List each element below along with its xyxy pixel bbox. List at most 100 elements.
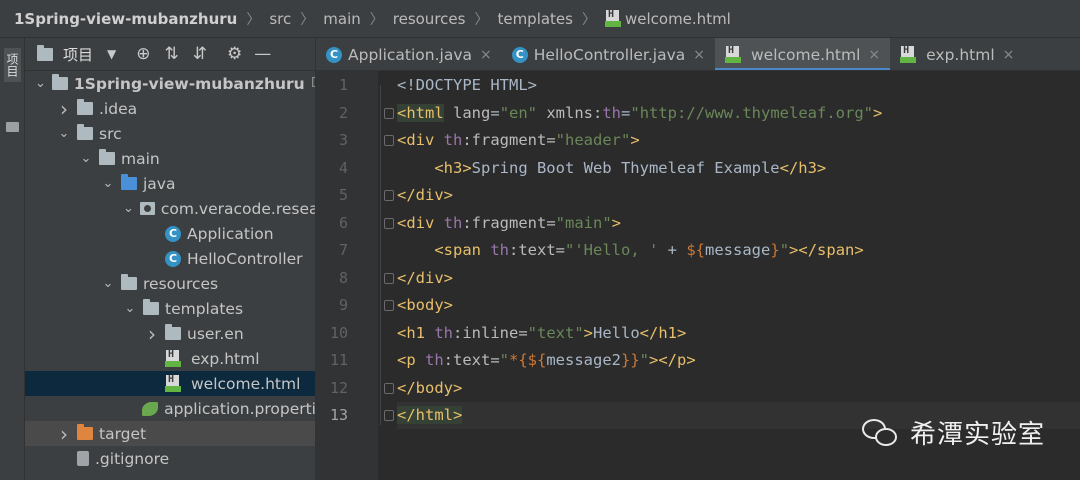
html-file-icon: H [725, 45, 745, 63]
fold-marker-icon[interactable] [384, 382, 394, 394]
tab-label: Application.java [348, 45, 473, 64]
fold-marker-icon[interactable] [384, 107, 394, 119]
code-line[interactable]: <p th:text="*{${message2}}"></p> [397, 347, 1080, 374]
editor-tab[interactable]: C Application.java × [316, 38, 502, 70]
breadcrumb-resources[interactable]: resources [393, 10, 466, 28]
breadcrumb-main[interactable]: main [323, 10, 360, 28]
chevron-down-icon[interactable]: ⌄ [57, 126, 71, 141]
code-line[interactable]: </body> [397, 375, 1080, 402]
chevron-down-icon[interactable]: ⌄ [35, 76, 46, 91]
code-line[interactable]: <span th:text="'Hello, ' + ${message}"><… [397, 237, 1080, 264]
code-token: Spring Boot Web Thymeleaf Example [471, 158, 780, 177]
tree-item-label: com.veracode.resea [160, 199, 316, 218]
line-number: 13 [329, 406, 348, 424]
code-token: } [770, 241, 780, 259]
chevron-right-icon: 〉 [581, 11, 596, 28]
chevron-right-icon: 〉 [369, 11, 384, 28]
code-token: > [630, 131, 640, 149]
code-line[interactable]: <!DOCTYPE HTML> [397, 72, 1080, 99]
resources-folder-icon [121, 274, 137, 290]
locate-icon[interactable]: ⊕ [136, 44, 150, 64]
fold-marker-icon[interactable] [384, 135, 394, 146]
editor-tab[interactable]: C HelloController.java × [502, 38, 715, 70]
code-line[interactable]: </div> [397, 182, 1080, 209]
chevron-right-icon[interactable]: › [145, 322, 159, 346]
code-token: message2 [546, 351, 621, 369]
tree-item[interactable]: › .idea [25, 96, 315, 121]
fold-marker-icon[interactable] [384, 410, 394, 421]
chevron-down-icon[interactable]: ⌄ [79, 151, 93, 166]
gear-icon[interactable]: ⚙ [227, 44, 242, 64]
spring-class-icon: C [165, 225, 181, 242]
project-tool-button[interactable]: 项目 [4, 48, 21, 82]
code-line[interactable]: <h3>Spring Boot Web Thymeleaf Example</h… [397, 155, 1080, 182]
code-token: " [779, 241, 790, 259]
code-line[interactable]: <div th:fragment="header"> [397, 127, 1080, 154]
code-line[interactable]: <body> [397, 292, 1080, 319]
folder-icon [143, 299, 159, 315]
tree-item[interactable]: › target [25, 421, 315, 446]
tree-item[interactable]: C HelloController [25, 246, 315, 271]
code-token: th [602, 103, 622, 122]
chevron-down-icon[interactable]: ▼ [107, 47, 116, 61]
tree-item[interactable]: C Application [25, 221, 315, 246]
tool-window-stripe: 项目 [0, 38, 25, 480]
collapse-all-icon[interactable]: ⇵ [193, 44, 207, 64]
tree-item[interactable]: ⌄1Spring-view-mubanzhuruD:\ [25, 71, 315, 96]
breadcrumb-file[interactable]: welcome.html [625, 10, 731, 28]
editor-tab[interactable]: Hexp.html × [890, 38, 1024, 70]
breadcrumb-src[interactable]: src [269, 10, 291, 28]
code-line[interactable]: </div> [397, 265, 1080, 292]
chevron-right-icon[interactable]: › [57, 422, 71, 446]
line-number: 8 [338, 268, 348, 287]
tree-item[interactable]: › user.en [25, 321, 315, 346]
tree-item[interactable]: ⌄ java [25, 171, 315, 196]
chevron-down-icon[interactable]: ⌄ [101, 276, 115, 291]
fold-marker-icon[interactable] [384, 300, 394, 311]
code-line[interactable]: <div th:fragment="main"> [397, 210, 1080, 237]
close-icon[interactable]: × [868, 47, 880, 63]
close-icon[interactable]: × [480, 47, 492, 63]
code-token: = [490, 103, 500, 122]
tree-item[interactable]: ⌄ resources [25, 271, 315, 296]
close-icon[interactable]: × [1003, 47, 1015, 63]
code-token: </html> [397, 406, 463, 424]
chevron-right-icon[interactable]: › [57, 97, 71, 121]
html-file-icon: H [165, 349, 185, 367]
panel-title[interactable]: 项目 [63, 44, 93, 65]
code-line[interactable]: <html lang="en" xmlns:th="http://www.thy… [397, 100, 1080, 127]
tree-item[interactable]: ⌄ com.veracode.resea [25, 196, 316, 221]
tree-item[interactable]: ⌄ src [25, 121, 315, 146]
tree-item[interactable]: .gitignore [25, 446, 315, 471]
breadcrumb-project[interactable]: 1Spring-view-mubanzhuru [14, 10, 237, 28]
chevron-down-icon[interactable]: ⌄ [123, 201, 134, 216]
tree-item[interactable]: application.properti [25, 396, 315, 421]
project-folder-icon [37, 44, 53, 61]
tree-item[interactable]: Hwelcome.html [25, 371, 315, 396]
editor-tab[interactable]: Hwelcome.html × [715, 38, 891, 70]
chevron-right-icon: 〉 [474, 11, 489, 28]
code-token: "http://www.thymeleaf.org" [630, 103, 873, 122]
tree-item-label: main [121, 149, 160, 168]
code-token: th [415, 351, 444, 369]
module-folder-icon [51, 74, 68, 90]
expand-all-icon[interactable]: ⇅ [165, 44, 179, 64]
class-icon: C [165, 250, 181, 267]
code-token: > [583, 323, 593, 342]
project-panel: 项目 ▼ ⊕ ⇅ ⇵ ⚙ — ⌄1Spring-view-mubanzhuruD… [25, 38, 316, 480]
folder-icon [77, 124, 93, 140]
fold-marker-icon[interactable] [384, 272, 394, 284]
tree-item[interactable]: ⌄ templates [25, 296, 315, 321]
chevron-down-icon[interactable]: ⌄ [101, 176, 115, 191]
tree-item[interactable]: ⌄ main [25, 146, 315, 171]
close-icon[interactable]: × [693, 47, 705, 63]
fold-marker-icon[interactable] [384, 217, 394, 229]
structure-icon[interactable] [6, 122, 19, 132]
tree-item-label: .idea [99, 99, 138, 118]
fold-marker-icon[interactable] [384, 190, 394, 201]
tree-item[interactable]: Hexp.html [25, 346, 315, 371]
code-line[interactable]: <h1 th:inline="text">Hello</h1> [397, 320, 1080, 347]
chevron-down-icon[interactable]: ⌄ [123, 301, 137, 316]
breadcrumb-templates[interactable]: templates [497, 10, 573, 28]
minimize-icon[interactable]: — [254, 44, 271, 64]
